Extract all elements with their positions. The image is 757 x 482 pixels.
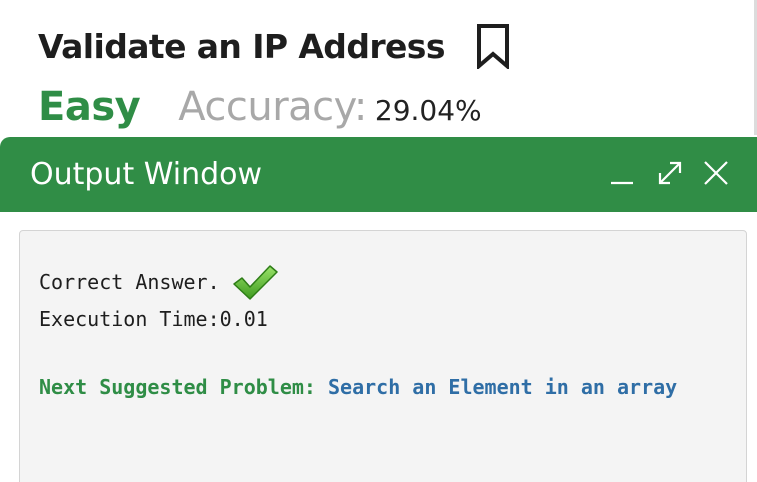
title-row: Validate an IP Address xyxy=(38,22,511,70)
problem-page: Validate an IP Address Easy Accuracy: 29… xyxy=(0,0,757,482)
checkmark-icon xyxy=(230,262,280,302)
minimize-icon[interactable] xyxy=(606,157,638,189)
accuracy-label: Accuracy: xyxy=(178,84,367,130)
output-window-title: Output Window xyxy=(30,157,263,192)
output-window-body: Correct Answer. Execution Time:0.01 Next… xyxy=(19,230,747,482)
accuracy-value: 29.04% xyxy=(374,94,482,127)
execution-time: Execution Time:0.01 xyxy=(39,307,268,331)
close-icon[interactable] xyxy=(700,157,732,189)
problem-meta: Easy Accuracy: 29.04% xyxy=(38,84,482,130)
next-problem-link[interactable]: Search an Element in an array xyxy=(328,375,677,399)
maximize-icon[interactable] xyxy=(654,157,686,189)
next-problem-label: Next Suggested Problem: xyxy=(39,375,316,399)
problem-title: Validate an IP Address xyxy=(38,26,445,66)
bookmark-icon[interactable] xyxy=(475,22,511,70)
result-text: Correct Answer. xyxy=(39,270,220,294)
next-suggested-problem: Next Suggested Problem: Search an Elemen… xyxy=(39,375,677,399)
difficulty-badge: Easy xyxy=(38,84,141,130)
result-line: Correct Answer. xyxy=(39,262,280,302)
output-window-header: Output Window xyxy=(0,137,757,212)
